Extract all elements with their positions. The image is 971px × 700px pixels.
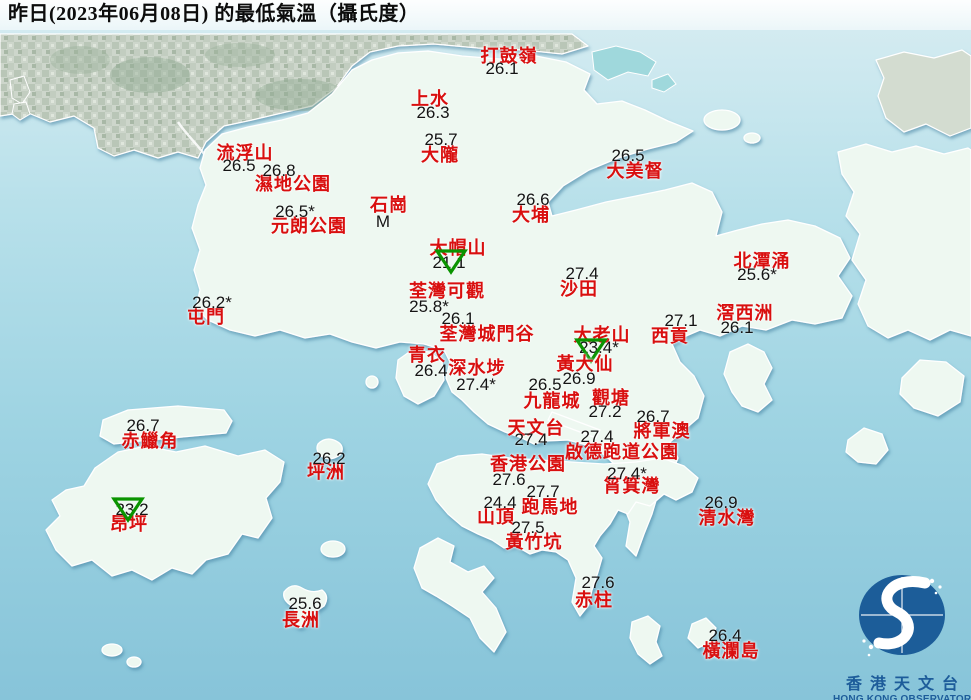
station-value: 27.7 <box>526 482 560 501</box>
station-value: 26.8 <box>262 161 296 180</box>
station-value: 27.4* <box>456 375 496 394</box>
station-value: 26.5 <box>611 146 645 165</box>
station-value: 26.4 <box>708 626 742 645</box>
station-value: 27.4 <box>514 430 548 449</box>
station-value: 26.3 <box>416 103 450 122</box>
station-value: 26.5 <box>528 375 562 394</box>
station-value: 23.2 <box>115 500 149 519</box>
station-value: 27.2 <box>588 402 622 421</box>
station-value: 25.6* <box>737 265 777 284</box>
weather-map-screen: 昨日(2023年06月08日) 的最低氣溫（攝氏度） 打鼓嶺 26.1 上水 26.3… <box>0 0 971 700</box>
station-value: 27.6 <box>492 470 526 489</box>
hko-logo-name-en: HONG KONG OBSERVATORY <box>833 694 971 700</box>
station-value: 27.5 <box>511 518 545 537</box>
station-value: 26.2* <box>192 293 232 312</box>
station-value: 25.6 <box>288 594 322 613</box>
hko-logo-icon <box>859 575 945 657</box>
station-value: 27.4* <box>607 464 647 483</box>
station-value: 26.4 <box>414 361 448 380</box>
hko-logo-name-cjk: 香港天文台 <box>845 676 966 693</box>
station-value: 27.6 <box>581 573 615 592</box>
station-value: 21.1 <box>432 253 466 272</box>
page-title: 昨日(2023年06月08日) 的最低氣溫（攝氏度） <box>8 3 420 25</box>
station-value: 26.5 <box>222 156 256 175</box>
station-value: 26.6 <box>516 190 550 209</box>
hko-logo: 香港天文台 HONG KONG OBSERVATORY <box>833 563 971 700</box>
station-value: 27.1 <box>664 311 698 330</box>
station-value: 24.4 <box>483 493 517 512</box>
title-bar: 昨日(2023年06月08日) 的最低氣溫（攝氏度） <box>0 0 971 30</box>
station-value: M <box>375 212 391 231</box>
station-value: 26.1 <box>441 309 475 328</box>
station-value: 26.7 <box>636 407 670 426</box>
station-value: 26.9 <box>562 369 596 388</box>
station-value: 26.5* <box>275 202 315 221</box>
station-value: 26.7 <box>126 416 160 435</box>
station-value: 26.1 <box>485 59 519 78</box>
stations-layer: 打鼓嶺 26.1 上水 26.3 大隴 25.7 流浮山 26.5 濕地公園 26.8 元朗公園 26… <box>0 0 971 700</box>
station-value: 25.7 <box>424 130 458 149</box>
station-value: 27.4 <box>565 264 599 283</box>
station-value: 26.1 <box>720 318 754 337</box>
station-value: 26.2 <box>312 449 346 468</box>
station-value: 27.4 <box>580 427 614 446</box>
station-value: 26.9 <box>704 493 738 512</box>
